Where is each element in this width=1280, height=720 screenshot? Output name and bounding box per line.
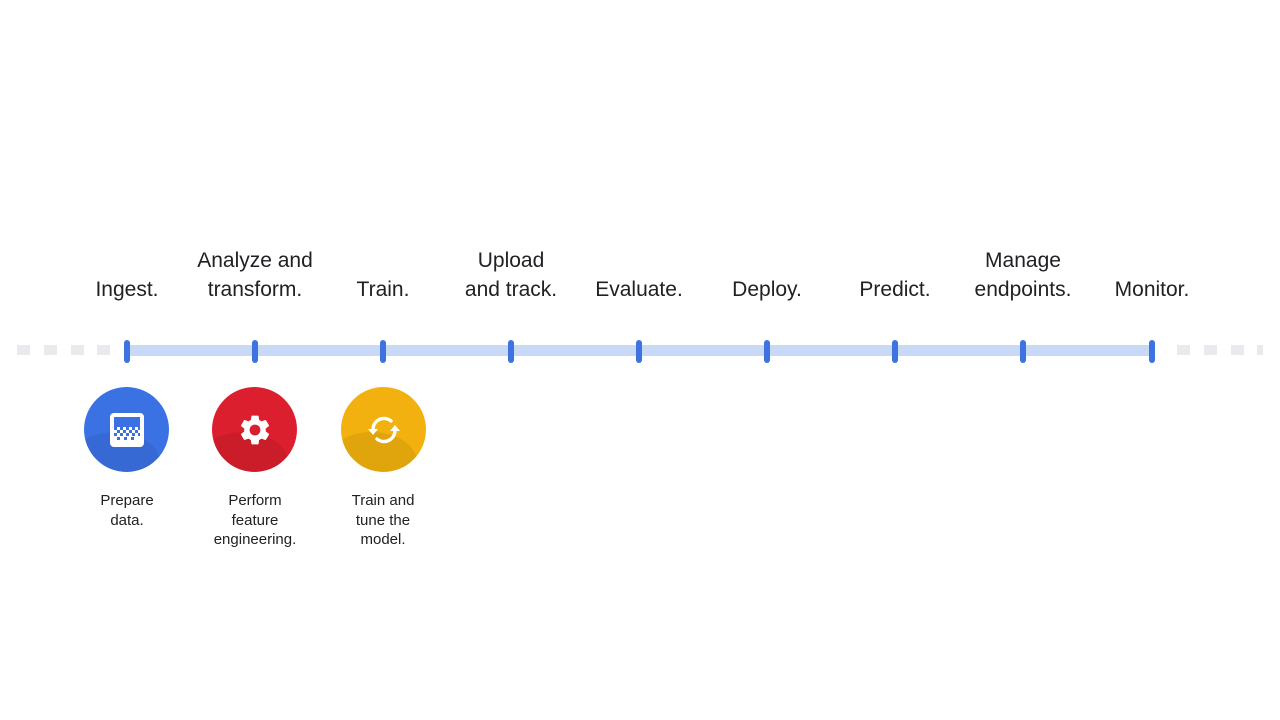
prepare-data-badge (84, 387, 169, 472)
stage-label-monitor: Monitor. (1072, 244, 1232, 304)
timeline-dash (1177, 345, 1190, 355)
timeline-dash (71, 345, 84, 355)
timeline-tick (892, 340, 898, 363)
timeline-dash (44, 345, 57, 355)
train-tune-text: Train and tune the model. (313, 491, 453, 550)
timeline-dash (1231, 345, 1244, 355)
feature-engineering-badge (212, 387, 297, 472)
timeline-tick (1149, 340, 1155, 363)
train-tune-badge (341, 387, 426, 472)
prepare-data-text: Prepare data. (57, 491, 197, 530)
sync-icon (362, 408, 406, 452)
timeline-tick (1020, 340, 1026, 363)
timeline-dash (1257, 345, 1263, 355)
timeline-tick (252, 340, 258, 363)
timeline-dash (97, 345, 110, 355)
timeline-tick (124, 340, 130, 363)
feature-engineering-text: Perform feature engineering. (185, 491, 325, 550)
gear-icon (237, 412, 273, 448)
data-grid-icon (109, 412, 145, 448)
timeline-tick (508, 340, 514, 363)
timeline-tick (636, 340, 642, 363)
timeline-tick (380, 340, 386, 363)
timeline-dash (1204, 345, 1217, 355)
timeline-dash (17, 345, 30, 355)
timeline-tick (764, 340, 770, 363)
